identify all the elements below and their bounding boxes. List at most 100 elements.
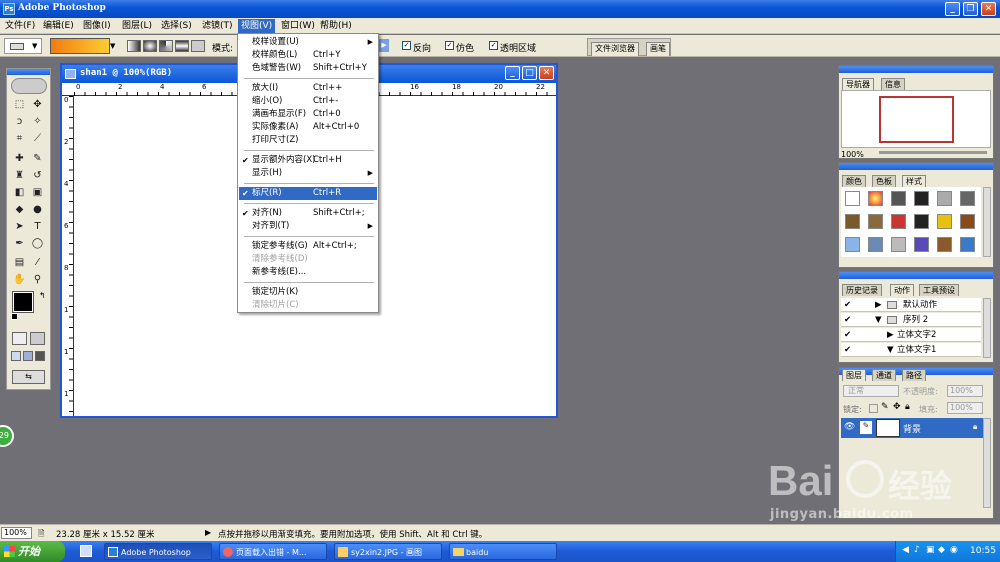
style-swatch[interactable]	[868, 237, 883, 252]
zoom-tool-icon[interactable]: ⚲	[30, 272, 45, 287]
history-brush-icon[interactable]: ↺	[30, 168, 45, 183]
swap-colors-icon[interactable]: ↰	[39, 291, 46, 300]
dodge-tool-icon[interactable]: ●	[30, 202, 45, 217]
tab-navigator[interactable]: 导航器	[842, 78, 874, 90]
style-swatch[interactable]	[914, 237, 929, 252]
menu-item-show[interactable]: 显示(H) ▶	[239, 167, 377, 180]
vertical-ruler[interactable]: 0 2 4 6 8 1 1 1	[62, 96, 74, 416]
lock-transparency-icon[interactable]	[869, 404, 878, 413]
lock-position-icon[interactable]: ✥	[893, 402, 901, 412]
menu-item-extras[interactable]: ✔ 显示额外内容(X) Ctrl+H	[239, 154, 377, 167]
type-tool-icon[interactable]: T	[30, 219, 45, 234]
crop-tool-icon[interactable]: ⌗	[12, 131, 27, 146]
restore-button[interactable]: ❐	[963, 2, 978, 16]
style-swatch[interactable]	[960, 191, 975, 206]
tray-icon[interactable]: ◆	[938, 545, 945, 555]
toolbox-grip[interactable]	[7, 69, 50, 75]
menu-item-snap[interactable]: ✔ 对齐(N) Shift+Ctrl+;	[239, 207, 377, 220]
menu-item-new-guide[interactable]: 新参考线(E)...	[239, 266, 377, 279]
gradient-tool-icon[interactable]: ▣	[30, 185, 45, 200]
expand-arrow-icon[interactable]: ▶	[887, 328, 894, 342]
tab-swatches[interactable]: 色板	[872, 175, 896, 187]
network-icon[interactable]: ▣	[926, 545, 935, 555]
healing-brush-icon[interactable]: ✚	[12, 151, 27, 166]
magic-wand-tool-icon[interactable]: ✧	[30, 114, 45, 129]
doc-minimize-button[interactable]: _	[505, 66, 520, 80]
quick-mask-mode-icon[interactable]	[30, 332, 45, 345]
action-row[interactable]: ✔ ▶ 立体文字2	[841, 328, 981, 342]
palette-grip[interactable]	[839, 163, 993, 170]
menu-help[interactable]: 帮助(H)	[317, 19, 355, 33]
menu-edit[interactable]: 编辑(E)	[40, 19, 77, 33]
transparency-checkbox[interactable]: ✓	[489, 41, 498, 50]
tab-color[interactable]: 颜色	[842, 175, 866, 187]
menu-layer[interactable]: 图层(L)	[119, 19, 155, 33]
menu-item-print-size[interactable]: 打印尺寸(Z)	[239, 134, 377, 147]
dither-checkbox[interactable]: ✓	[445, 41, 454, 50]
file-browser-tab[interactable]: 文件浏览器	[591, 42, 639, 56]
shape-tool-icon[interactable]: ◯	[30, 236, 45, 251]
style-swatch[interactable]	[868, 191, 883, 206]
radial-gradient-button[interactable]	[143, 40, 157, 52]
task-photoshop[interactable]: Adobe Photoshop	[104, 543, 212, 560]
menu-item-proof-setup[interactable]: 校样设置(U) ▶	[239, 36, 377, 49]
tray-icon[interactable]: ◀	[902, 545, 909, 555]
task-paint[interactable]: sy2xin2.JPG - 画图	[334, 543, 442, 560]
visibility-eye-icon[interactable]: 👁︎	[844, 422, 855, 432]
foreground-color-swatch[interactable]	[12, 291, 34, 313]
action-set-row[interactable]: ✔ ▼ 序列 2	[841, 313, 981, 327]
photoshop-eye-icon[interactable]	[11, 78, 47, 94]
eraser-tool-icon[interactable]: ◧	[12, 185, 27, 200]
tool-preset-picker[interactable]: ▼	[4, 38, 42, 54]
menu-item-rulers[interactable]: ✔ 标尺(R) Ctrl+R	[239, 187, 377, 200]
path-select-tool-icon[interactable]: ➤	[12, 219, 27, 234]
status-menu-arrow[interactable]: ▶	[205, 528, 213, 537]
notes-tool-icon[interactable]: ▤	[12, 255, 27, 270]
volume-icon[interactable]: ♪	[914, 545, 920, 555]
tab-info[interactable]: 信息	[881, 78, 905, 90]
clock[interactable]: 10:55	[970, 546, 996, 556]
expand-arrow-icon[interactable]: ▼	[875, 313, 882, 327]
marquee-tool-icon[interactable]: ⬚	[12, 97, 27, 112]
action-set-row[interactable]: ✔ ▶ 默认动作	[841, 298, 981, 312]
opacity-input[interactable]: 100%	[947, 385, 983, 397]
lock-image-icon[interactable]: ✎	[881, 402, 889, 412]
clone-stamp-icon[interactable]: ♜	[12, 168, 27, 183]
toggle-check-icon[interactable]: ✔	[844, 298, 851, 312]
minimize-button[interactable]: _	[945, 2, 960, 16]
linear-gradient-button[interactable]	[127, 40, 141, 52]
doc-close-button[interactable]: ✕	[539, 66, 554, 80]
toggle-check-icon[interactable]: ✔	[844, 328, 851, 342]
style-none[interactable]	[845, 191, 860, 206]
default-colors-icon[interactable]	[11, 313, 18, 320]
tab-paths[interactable]: 路径	[902, 369, 926, 381]
toggle-check-icon[interactable]: ✔	[844, 313, 851, 327]
lasso-tool-icon[interactable]: ↄ	[12, 114, 27, 129]
menu-item-gamut-warning[interactable]: 色域警告(W) Shift+Ctrl+Y	[239, 62, 377, 75]
fill-input[interactable]: 100%	[947, 402, 983, 414]
reverse-checkbox[interactable]: ✓	[402, 41, 411, 50]
menu-filter[interactable]: 滤镜(T)	[199, 19, 236, 33]
menu-item-fit-on-screen[interactable]: 满画布显示(F) Ctrl+0	[239, 108, 377, 121]
menu-file[interactable]: 文件(F)	[2, 19, 38, 33]
style-swatch[interactable]	[937, 237, 952, 252]
tab-layers[interactable]: 图层	[842, 369, 866, 381]
palette-grip[interactable]	[839, 272, 993, 279]
brushes-tab[interactable]: 画笔	[646, 42, 670, 56]
reflected-gradient-button[interactable]	[175, 40, 189, 52]
menu-item-actual-pixels[interactable]: 实际像素(A) Alt+Ctrl+0	[239, 121, 377, 134]
style-swatch[interactable]	[960, 214, 975, 229]
gradient-picker[interactable]	[50, 38, 110, 54]
actions-scrollbar[interactable]	[983, 298, 991, 358]
expand-arrow-icon[interactable]: ▶	[875, 298, 882, 312]
style-swatch[interactable]	[937, 191, 952, 206]
navigator-zoom-value[interactable]: 100%	[841, 150, 864, 159]
tab-history[interactable]: 历史记录	[842, 284, 882, 296]
menu-item-zoom-out[interactable]: 缩小(O) Ctrl+-	[239, 95, 377, 108]
screen-mode-menu-icon[interactable]	[23, 351, 33, 361]
tab-actions[interactable]: 动作	[890, 284, 914, 296]
menu-item-lock-slices[interactable]: 锁定切片(K)	[239, 286, 377, 299]
style-swatch[interactable]	[845, 214, 860, 229]
toggle-check-icon[interactable]: ✔	[844, 343, 851, 357]
menu-view[interactable]: 视图(V)	[238, 19, 276, 33]
